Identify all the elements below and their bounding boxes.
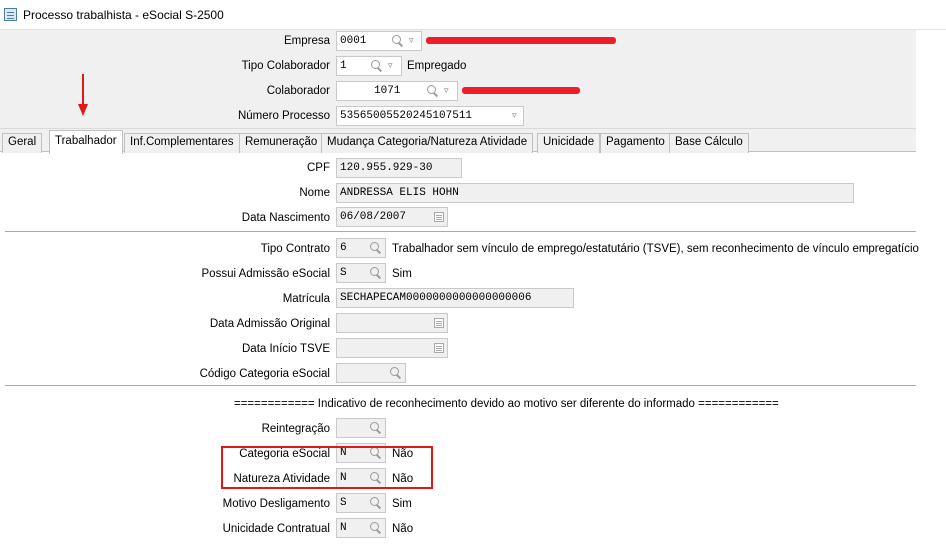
matricula-field[interactable]: SECHAPECAM0000000000000000006 <box>336 288 574 308</box>
search-icon[interactable] <box>369 521 383 535</box>
search-icon[interactable] <box>369 241 383 255</box>
tab-base-calculo[interactable]: Base Cálculo <box>669 133 749 153</box>
tab-trabalhador[interactable]: Trabalhador <box>49 130 123 154</box>
data-inicio-tsve-label: Data Início TSVE <box>242 343 330 355</box>
tab-bar: Geral Trabalhador Inf.Complementares Rem… <box>0 128 916 154</box>
app-icon <box>4 8 17 21</box>
search-icon[interactable] <box>391 34 405 48</box>
section-divider <box>5 385 916 386</box>
dropdown-icon[interactable]: ▿ <box>388 60 393 71</box>
motivo-desligamento-desc: Sim <box>392 498 412 510</box>
cpf-label: CPF <box>307 162 330 174</box>
tab-mudanca-categoria[interactable]: Mudança Categoria/Natureza Atividade <box>321 133 534 153</box>
colaborador-code: 1071 <box>374 85 401 97</box>
section-divider <box>5 231 916 232</box>
cpf-value: 120.955.929-30 <box>340 162 433 174</box>
dropdown-icon[interactable]: ▿ <box>512 110 517 121</box>
tab-pagamento[interactable]: Pagamento <box>600 133 671 153</box>
data-inicio-tsve-field[interactable] <box>336 338 448 358</box>
tab-geral[interactable]: Geral <box>2 133 43 153</box>
unicidade-contratual-code: N <box>340 522 347 534</box>
motivo-desligamento-code: S <box>340 497 347 509</box>
annotation-arrow <box>82 74 84 108</box>
numero-processo-label: Número Processo <box>237 110 330 122</box>
tipo-colaborador-code: 1 <box>340 60 347 72</box>
possui-admissao-desc: Sim <box>392 268 412 280</box>
unicidade-contratual-label: Unicidade Contratual <box>222 523 330 535</box>
numero-processo-value: 53565005520245107511 <box>340 110 473 122</box>
tipo-contrato-label: Tipo Contrato <box>260 243 330 255</box>
possui-admissao-code: S <box>340 267 347 279</box>
tipo-contrato-code: 6 <box>340 242 347 254</box>
title-bar: Processo trabalhista - eSocial S-2500 <box>0 0 946 30</box>
empresa-label: Empresa <box>283 35 330 47</box>
data-nascimento-value: 06/08/2007 <box>340 211 407 223</box>
calendar-icon[interactable] <box>434 318 444 328</box>
tipo-colaborador-label: Tipo Colaborador <box>241 60 330 72</box>
nome-field[interactable]: ANDRESSA ELIS HOHN <box>336 183 854 203</box>
unicidade-contratual-desc: Não <box>392 523 414 535</box>
search-icon[interactable] <box>369 496 383 510</box>
search-icon[interactable] <box>426 84 440 98</box>
data-admissao-original-field[interactable] <box>336 313 448 333</box>
nome-label: Nome <box>299 187 330 199</box>
empresa-code: 0001 <box>340 35 367 47</box>
redacted-empresa-name <box>426 37 616 44</box>
search-icon[interactable] <box>369 266 383 280</box>
search-icon[interactable] <box>370 59 384 73</box>
tab-unicidade[interactable]: Unicidade <box>537 133 601 153</box>
search-icon[interactable] <box>369 421 383 435</box>
tipo-contrato-desc: Trabalhador sem vínculo de emprego/estat… <box>392 243 919 255</box>
search-icon[interactable] <box>389 366 403 380</box>
tab-inf-complementares[interactable]: Inf.Complementares <box>124 133 240 153</box>
colaborador-label: Colaborador <box>266 85 330 97</box>
codigo-categoria-label: Código Categoria eSocial <box>199 368 330 380</box>
nome-value: ANDRESSA ELIS HOHN <box>340 187 459 199</box>
motivo-desligamento-label: Motivo Desligamento <box>222 498 330 510</box>
data-admissao-original-label: Data Admissão Original <box>209 318 330 330</box>
annotation-arrow-head <box>78 104 88 116</box>
annotation-highlight-box <box>221 446 433 489</box>
tab-remuneracao[interactable]: Remuneração <box>239 133 324 153</box>
data-nascimento-label: Data Nascimento <box>241 212 330 224</box>
calendar-icon[interactable] <box>434 343 444 353</box>
redacted-colaborador-name <box>462 87 580 94</box>
right-margin <box>916 30 946 551</box>
data-nascimento-field[interactable]: 06/08/2007 <box>336 207 448 227</box>
dropdown-icon[interactable]: ▿ <box>409 35 414 46</box>
cpf-field[interactable]: 120.955.929-30 <box>336 158 462 178</box>
indicativo-heading: ============ Indicativo de reconheciment… <box>234 398 779 410</box>
numero-processo-field[interactable]: 53565005520245107511 <box>336 106 524 126</box>
possui-admissao-label: Possui Admissão eSocial <box>201 268 330 280</box>
dropdown-icon[interactable]: ▿ <box>444 85 449 96</box>
reintegracao-label: Reintegração <box>261 423 330 435</box>
matricula-value: SECHAPECAM0000000000000000006 <box>340 292 532 304</box>
window-title: Processo trabalhista - eSocial S-2500 <box>23 8 224 22</box>
tipo-colaborador-desc: Empregado <box>407 60 467 72</box>
matricula-label: Matrícula <box>282 293 330 305</box>
calendar-icon[interactable] <box>434 212 444 222</box>
